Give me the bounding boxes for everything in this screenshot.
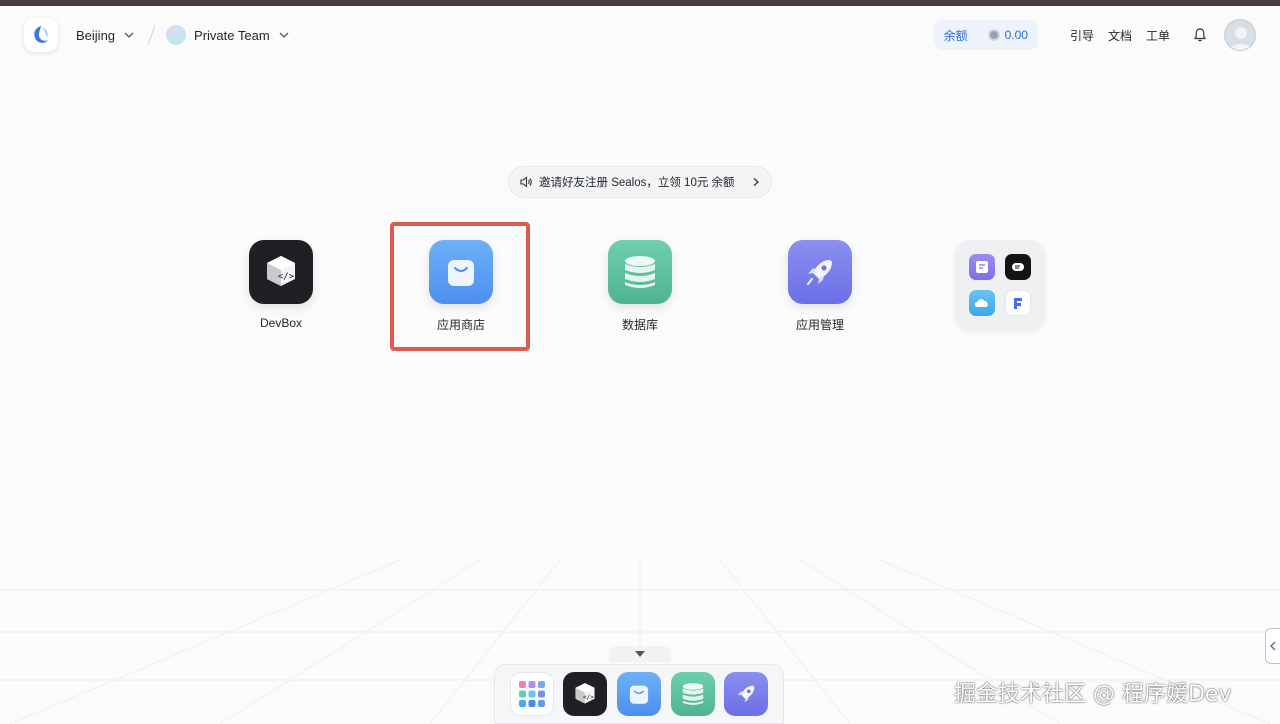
team-avatar xyxy=(166,25,187,45)
balance-label: 余额 xyxy=(943,28,968,43)
chevron-left-icon xyxy=(1270,641,1276,651)
balance-widget[interactable]: 余额 0.00 xyxy=(933,20,1038,50)
team-selector[interactable]: Private Team xyxy=(166,25,290,45)
svg-text:</>: </> xyxy=(278,272,295,282)
top-header: Beijing Private Team 余额 0.00 引导 文档 工单 xyxy=(0,6,1280,64)
team-label: Private Team xyxy=(194,27,270,43)
highlight-box xyxy=(390,222,530,351)
region-label: Beijing xyxy=(76,27,116,43)
caret-down-icon xyxy=(635,651,645,657)
user-avatar[interactable] xyxy=(1224,19,1256,51)
breadcrumb-separator xyxy=(147,25,156,45)
app-database[interactable]: 数据库 xyxy=(580,240,700,333)
dock-toggle-button[interactable] xyxy=(609,646,671,662)
database-icon xyxy=(682,683,703,705)
cloud-icon xyxy=(969,290,995,316)
svg-text:</>: </> xyxy=(583,694,594,701)
balance-value: 0.00 xyxy=(1004,28,1028,42)
user-icon xyxy=(1229,27,1253,50)
announcement-bar[interactable]: 邀请好友注册 Sealos，立领 10元 余额 xyxy=(508,166,772,198)
ticket-link[interactable]: 工单 xyxy=(1146,27,1170,44)
side-panel-toggle[interactable] xyxy=(1265,628,1280,664)
coin-icon xyxy=(987,29,1000,41)
sealos-logo-icon xyxy=(34,26,48,43)
announcement-text: 邀请好友注册 Sealos，立领 10元 余额 xyxy=(539,177,735,189)
speaker-icon xyxy=(520,176,532,188)
header-actions: 余额 0.00 引导 文档 工单 xyxy=(933,19,1256,51)
app-folder[interactable] xyxy=(955,240,1045,330)
app-label: 数据库 xyxy=(621,318,658,332)
chevron-down-icon xyxy=(124,32,134,38)
dock-app-store[interactable] xyxy=(616,672,661,716)
app-management[interactable]: 应用管理 xyxy=(760,240,880,333)
docs-link[interactable]: 文档 xyxy=(1108,27,1132,44)
chevron-down-icon xyxy=(279,32,289,38)
watermark: 掘金技术社区 @ 程序媛Dev xyxy=(954,682,1232,707)
dock-app-grid[interactable] xyxy=(509,672,554,716)
guide-link[interactable]: 引导 xyxy=(1070,27,1094,44)
region-selector[interactable]: Beijing xyxy=(76,28,135,43)
f-icon xyxy=(1005,290,1031,316)
devbox-icon: </> xyxy=(249,240,313,304)
dock: </> xyxy=(494,664,784,724)
chevron-right-icon xyxy=(753,178,759,186)
rocket-icon xyxy=(788,240,852,304)
database-icon xyxy=(608,240,672,304)
app-devbox[interactable]: </> DevBox xyxy=(221,240,341,330)
devbox-icon: </> xyxy=(575,683,595,704)
form-icon xyxy=(969,254,995,280)
app-label: 应用管理 xyxy=(795,318,844,332)
bell-icon[interactable] xyxy=(1192,27,1208,43)
dock-devbox[interactable]: </> xyxy=(563,672,608,716)
dock-app-management[interactable] xyxy=(724,672,769,716)
dock-database[interactable] xyxy=(670,672,715,716)
app-label: DevBox xyxy=(259,316,303,330)
sealos-logo[interactable] xyxy=(24,18,58,52)
terminal-icon xyxy=(1005,254,1031,280)
app-grid-icon xyxy=(518,681,545,707)
app-store-icon xyxy=(629,685,649,704)
rocket-icon xyxy=(737,685,755,703)
